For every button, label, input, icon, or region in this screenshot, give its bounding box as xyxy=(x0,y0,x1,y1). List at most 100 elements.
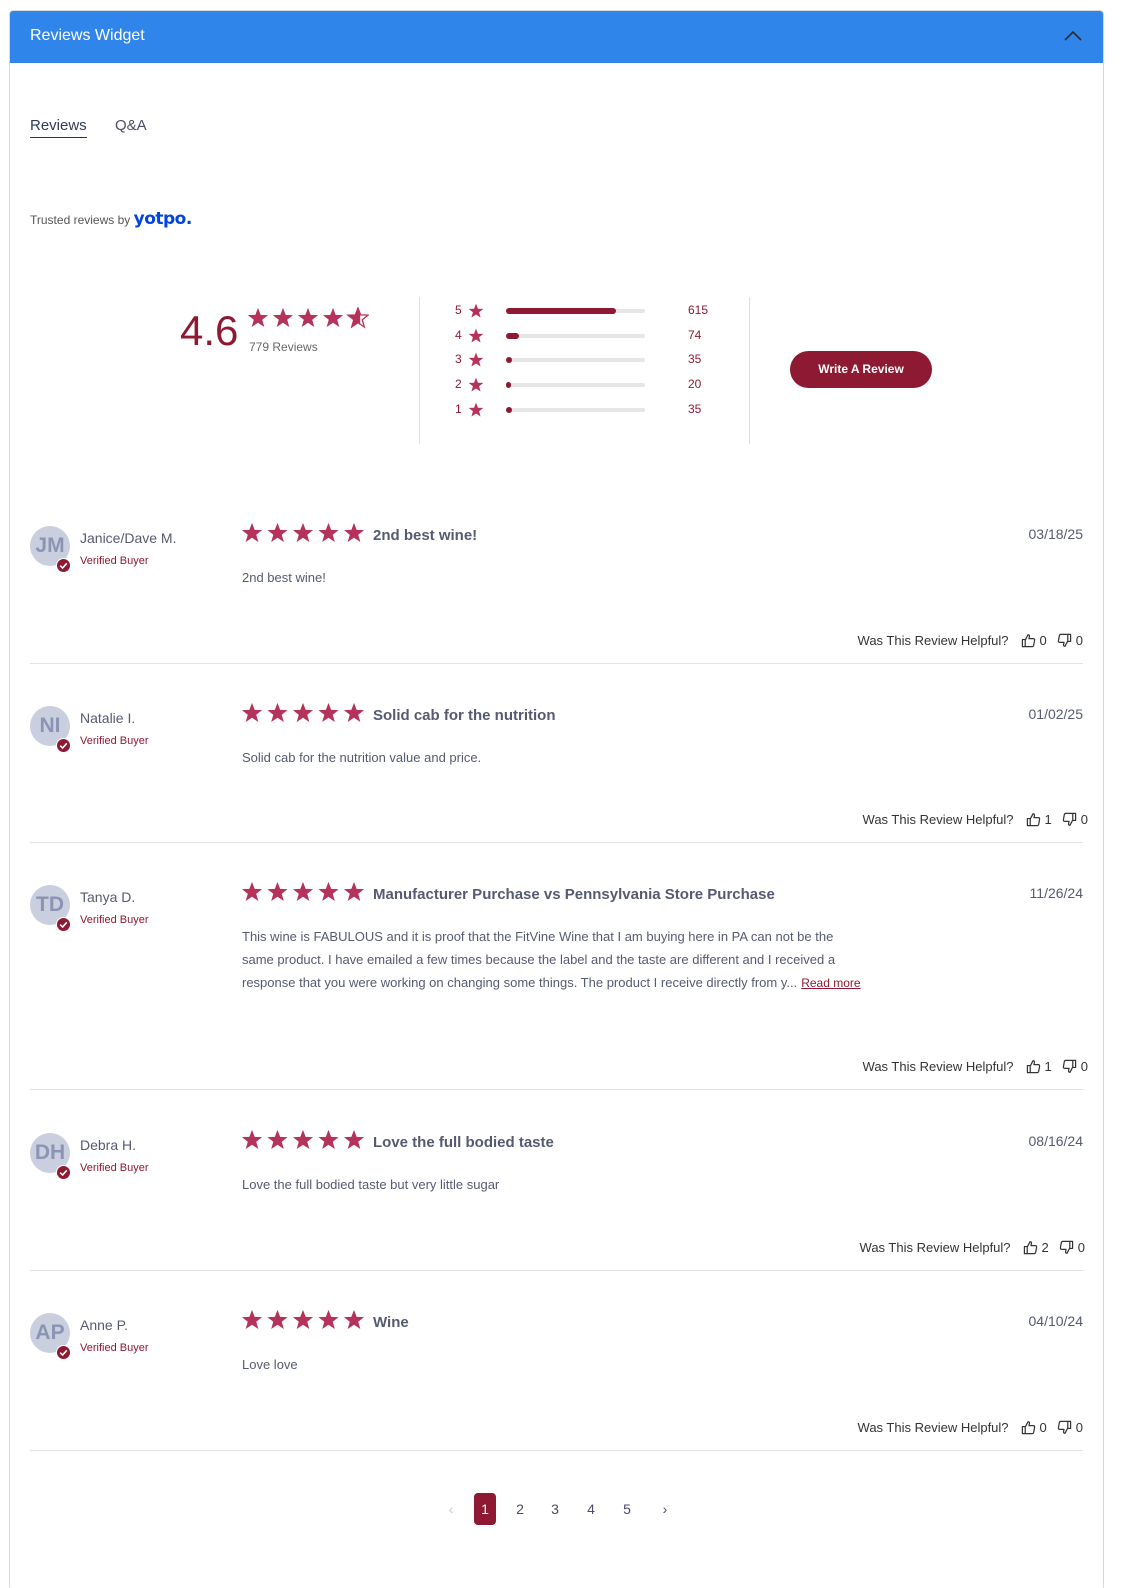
distribution-row[interactable]: 5 615 xyxy=(455,303,725,319)
downvote-count: 0 xyxy=(1075,1419,1083,1435)
star-icon xyxy=(272,307,294,327)
write-review-button[interactable]: Write A Review xyxy=(790,351,932,388)
star-rating xyxy=(468,328,484,343)
review-divider xyxy=(30,1270,1083,1271)
tab-reviews[interactable]: Reviews xyxy=(30,117,87,138)
star-rating xyxy=(468,352,484,367)
verified-check-icon xyxy=(56,1345,71,1360)
star-icon xyxy=(241,1309,263,1329)
thumbs-down-icon[interactable] xyxy=(1062,1059,1077,1074)
review-divider xyxy=(30,663,1083,664)
thumbs-up-icon[interactable] xyxy=(1026,1059,1041,1074)
thumbs-down-icon[interactable] xyxy=(1057,1420,1072,1435)
star-icon xyxy=(468,402,484,423)
divider xyxy=(419,297,420,444)
review-date: 03/18/25 xyxy=(1028,526,1084,542)
star-rating xyxy=(241,1129,365,1149)
downvote-count: 0 xyxy=(1080,1058,1088,1074)
reviewer-name: Anne P. xyxy=(80,1317,129,1333)
helpful-votes: Was This Review Helpful? 2 0 xyxy=(860,1237,1085,1257)
widget-title: Reviews Widget xyxy=(30,27,145,44)
page-button[interactable]: 3 xyxy=(544,1493,566,1525)
distribution-bar xyxy=(506,407,645,413)
star-icon xyxy=(468,303,484,318)
distribution-row[interactable]: 3 35 xyxy=(455,352,725,368)
thumbs-up-icon[interactable] xyxy=(1021,1420,1036,1435)
star-icon xyxy=(292,881,314,901)
chevron-up-icon[interactable] xyxy=(1063,29,1083,43)
helpful-votes: Was This Review Helpful? 1 0 xyxy=(863,1056,1088,1076)
star-level-label: 5 xyxy=(455,303,462,317)
verified-check-icon xyxy=(56,1165,71,1180)
distribution-row[interactable]: 1 35 xyxy=(455,402,725,418)
review-body: 2nd best wine! xyxy=(242,566,862,589)
star-icon xyxy=(343,1309,365,1329)
page-button[interactable]: 1 xyxy=(474,1493,496,1525)
star-icon xyxy=(343,522,365,542)
distribution-row[interactable]: 4 74 xyxy=(455,328,725,344)
trusted-text: Trusted reviews by xyxy=(30,213,131,227)
average-rating: 4.6 xyxy=(180,307,239,354)
upvote-count: 1 xyxy=(1044,1058,1052,1074)
star-icon xyxy=(267,1129,288,1149)
star-rating xyxy=(241,702,365,722)
reviewer-name: Debra H. xyxy=(80,1137,137,1153)
helpful-label: Was This Review Helpful? xyxy=(862,811,1014,827)
review-date: 01/02/25 xyxy=(1028,706,1084,722)
next-page-button[interactable]: › xyxy=(654,1493,676,1525)
star-icon xyxy=(318,1309,339,1329)
tab-qa[interactable]: Q&A xyxy=(115,117,147,134)
verified-buyer-label: Verified Buyer xyxy=(80,914,149,926)
thumbs-down-icon[interactable] xyxy=(1057,633,1072,648)
prev-page-button[interactable]: ‹ xyxy=(440,1493,462,1525)
star-icon xyxy=(297,307,319,327)
star-icon xyxy=(318,881,339,901)
review-body: Love love xyxy=(242,1353,862,1376)
star-level-count: 20 xyxy=(688,377,702,391)
reviewer-name: Tanya D. xyxy=(80,889,136,905)
divider xyxy=(749,297,750,444)
verified-buyer-label: Verified Buyer xyxy=(80,555,149,567)
review-body: This wine is FABULOUS and it is proof th… xyxy=(242,925,862,995)
star-icon xyxy=(241,702,263,722)
upvote-count: 0 xyxy=(1039,1419,1047,1435)
read-more-link[interactable]: Read more xyxy=(801,976,860,990)
thumbs-up-icon[interactable] xyxy=(1023,1240,1038,1255)
downvote-count: 0 xyxy=(1075,632,1083,648)
star-rating xyxy=(247,306,370,329)
star-icon xyxy=(322,307,344,327)
star-icon xyxy=(267,881,288,901)
star-icon xyxy=(267,522,288,542)
review-text: 2nd best wine! xyxy=(242,570,326,585)
upvote-count: 0 xyxy=(1039,632,1047,648)
thumbs-up-icon[interactable] xyxy=(1026,812,1041,827)
thumbs-up-icon[interactable] xyxy=(1021,633,1036,648)
distribution-bar-fill xyxy=(506,333,520,339)
distribution-bar xyxy=(506,357,645,363)
thumbs-down-icon[interactable] xyxy=(1062,812,1077,827)
review-title: Solid cab for the nutrition xyxy=(373,707,556,724)
star-icon xyxy=(468,352,484,373)
helpful-votes: Was This Review Helpful? 1 0 xyxy=(863,809,1088,829)
total-reviews: 779 Reviews xyxy=(249,340,318,354)
review-text: Love love xyxy=(242,1357,298,1372)
star-level-label: 2 xyxy=(455,377,462,391)
downvote-count: 0 xyxy=(1077,1239,1085,1255)
star-icon xyxy=(292,702,314,722)
page-button[interactable]: 5 xyxy=(616,1493,638,1525)
star-icon xyxy=(468,352,484,367)
star-icon xyxy=(343,881,365,901)
distribution-row[interactable]: 2 20 xyxy=(455,377,725,393)
widget-header[interactable]: Reviews Widget xyxy=(10,11,1103,63)
page-button[interactable]: 2 xyxy=(509,1493,531,1525)
distribution-bar-fill xyxy=(506,382,511,388)
review-text: This wine is FABULOUS and it is proof th… xyxy=(242,929,836,990)
verified-buyer-label: Verified Buyer xyxy=(80,1342,149,1354)
page-button[interactable]: 4 xyxy=(580,1493,602,1525)
upvote-count: 1 xyxy=(1044,811,1052,827)
thumbs-down-icon[interactable] xyxy=(1059,1240,1074,1255)
verified-check-icon xyxy=(56,558,71,573)
star-level-label: 3 xyxy=(455,352,462,366)
review-divider xyxy=(30,1089,1083,1090)
review-stars xyxy=(241,1309,365,1336)
